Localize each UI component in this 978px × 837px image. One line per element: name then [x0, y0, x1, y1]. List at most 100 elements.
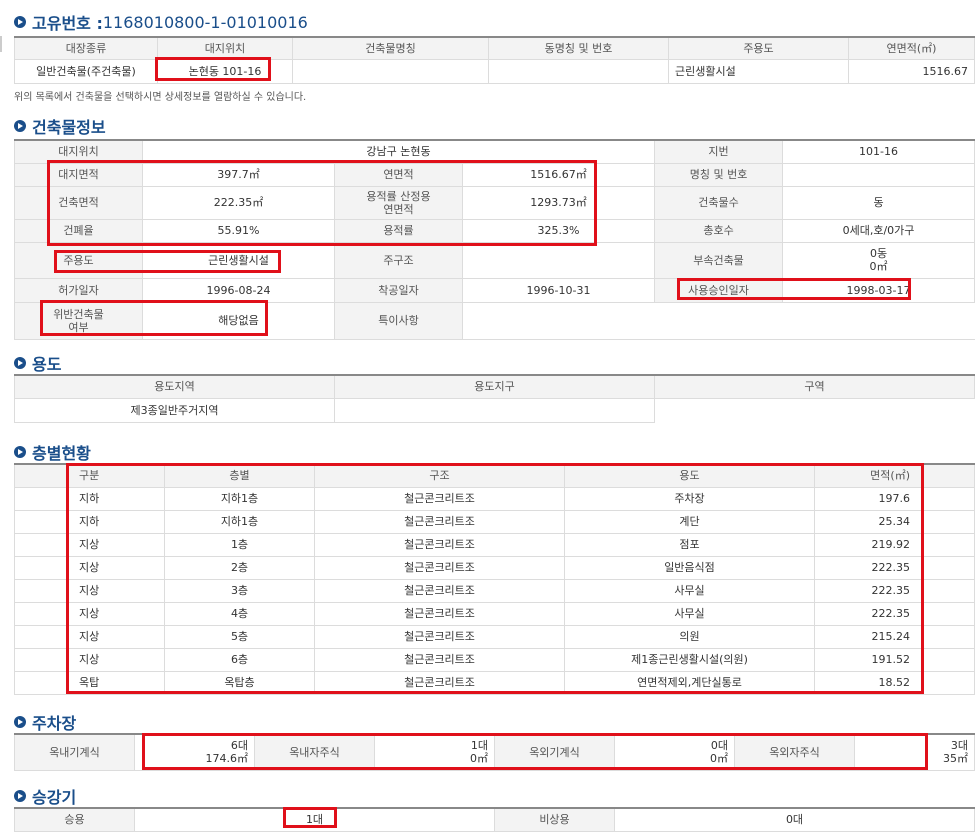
- floors-header: 용도: [564, 463, 815, 488]
- floor-level: 1층: [164, 532, 315, 557]
- parking-indoor-mechanical-value: 6대 174.6㎡: [134, 733, 255, 771]
- floor-structure: 철근콘크리트조: [314, 624, 565, 649]
- summary-header: 동명칭 및 번호: [488, 36, 669, 60]
- floor-structure: 철근콘크리트조: [314, 532, 565, 557]
- floor-area: 219.92: [814, 532, 975, 557]
- floor-use: 사무실: [564, 578, 815, 603]
- table-row: 지상 6층 철근콘크리트조 제1종근린생활시설(의원) 191.52: [14, 647, 975, 672]
- floor-area: 18.52: [814, 670, 975, 695]
- floor-division: 지상: [14, 601, 165, 626]
- bullet-icon: [14, 790, 26, 802]
- table-row: 옥탑 옥탑층 철근콘크리트조 연면적제외,계단실통로 18.52: [14, 670, 975, 695]
- table-row: 지하 지하1층 철근콘크리트조 주차장 197.6: [14, 486, 975, 511]
- permit-date-label: 허가일자: [14, 277, 143, 303]
- coverage-ratio-label: 건폐율: [14, 218, 143, 243]
- floor-level: 4층: [164, 601, 315, 626]
- site-location-value: 강남구 논현동: [141, 139, 656, 164]
- floor-structure: 철근콘크리트조: [314, 486, 565, 511]
- floor-area-ratio-value: 325.3%: [461, 218, 656, 243]
- parking-count: 1대: [470, 739, 488, 753]
- floor-level: 5층: [164, 624, 315, 649]
- main-use-value: 근린생활시설: [142, 241, 335, 279]
- floors-header: 구조: [314, 463, 565, 488]
- floors-heading: 층별현황: [32, 444, 91, 463]
- violation-value: 해당없음: [142, 301, 335, 340]
- main-structure-value: [461, 241, 656, 279]
- floor-area: 222.35: [814, 555, 975, 580]
- summary-table: 대장종류 대지위치 건축물명칭 동명칭 및 번호 주용도 연면적(㎡) 일반건축…: [14, 36, 975, 84]
- parking-area: 0㎡: [710, 752, 728, 766]
- floors-title: 층별현황: [14, 440, 91, 464]
- floor-structure: 철근콘크리트조: [314, 670, 565, 695]
- floor-structure: 철근콘크리트조: [314, 509, 565, 534]
- summary-row[interactable]: 일반건축물(주건축물) 논현동 101-16 근린생활시설 1516.67: [14, 58, 975, 84]
- zoning-heading: 용도: [32, 355, 62, 374]
- floor-structure: 철근콘크리트조: [314, 601, 565, 626]
- floor-division: 지상: [14, 555, 165, 580]
- summary-header: 대장종류: [14, 36, 158, 60]
- floor-use: 연면적제외,계단실통로: [564, 670, 815, 695]
- selection-note: 위의 목록에서 건축물을 선택하시면 상세정보를 열람하실 수 있습니다.: [14, 92, 307, 103]
- floor-area: 222.35: [814, 601, 975, 626]
- unique-number-value: 1168010800-1-01010016: [102, 12, 308, 32]
- building-area-label: 건축면적: [14, 185, 143, 220]
- zoning-area-value: 제3종일반주거지역: [14, 397, 335, 423]
- building-count-value: 동: [782, 185, 976, 220]
- summary-cell-area[interactable]: 1516.67: [848, 58, 975, 84]
- parking-area: 174.6㎡: [205, 752, 249, 766]
- elevator-heading: 승강기: [32, 788, 77, 807]
- parking-indoor-self-label: 옥내자주식: [254, 733, 375, 771]
- elevator-title: 승강기: [14, 784, 76, 808]
- summary-header: 건축물명칭: [292, 36, 489, 60]
- summary-cell-type[interactable]: 일반건축물(주건축물): [14, 58, 158, 84]
- building-info-title: 건축물정보: [14, 114, 106, 138]
- floor-division: 지상: [14, 624, 165, 649]
- violation-label: 위반건축물 여부: [14, 301, 143, 340]
- total-area-value: 1516.67㎡: [461, 162, 656, 187]
- bullet-icon: [14, 120, 26, 132]
- building-name-value: [782, 162, 976, 187]
- site-area-value: 397.7㎡: [142, 162, 335, 187]
- unique-number-label: 고유번호 :: [32, 14, 103, 33]
- floor-level: 3층: [164, 578, 315, 603]
- floor-use: 제1종근린생활시설(의원): [564, 647, 815, 672]
- site-area-label: 대지면적: [14, 162, 143, 187]
- emergency-elevator-label: 비상용: [494, 807, 615, 832]
- far-area-value: 1293.73㎡: [461, 185, 656, 220]
- special-notes-label: 특이사항: [334, 301, 463, 340]
- annex-label: 부속건축물: [654, 241, 784, 279]
- summary-cell-location[interactable]: 논현동 101-16: [157, 58, 293, 84]
- lot-number-value: 101-16: [782, 139, 976, 164]
- floors-header: 면적(㎡): [814, 463, 975, 488]
- approval-date-value: 1998-03-17: [782, 277, 976, 303]
- parking-count: 3대: [950, 739, 968, 753]
- zoning-table: 용도지역 용도지구 구역 제3종일반주거지역: [14, 374, 975, 423]
- left-divider: [0, 36, 2, 52]
- summary-cell-dong[interactable]: [488, 58, 669, 84]
- floor-area: 215.24: [814, 624, 975, 649]
- parking-outdoor-self-label: 옥외자주식: [734, 733, 855, 771]
- floor-division: 옥탑: [14, 670, 165, 695]
- floor-use: 주차장: [564, 486, 815, 511]
- floor-use: 점포: [564, 532, 815, 557]
- floor-division: 지상: [14, 532, 165, 557]
- parking-table: 옥내기계식 6대 174.6㎡ 옥내자주식 1대 0㎡ 옥외기계식 0대 0㎡ 옥외자…: [14, 733, 975, 771]
- main-structure-label: 주구조: [334, 241, 463, 279]
- annex-count: 0동: [869, 247, 888, 260]
- floor-structure: 철근콘크리트조: [314, 647, 565, 672]
- floor-use: 계단: [564, 509, 815, 534]
- floors-header: 층별: [164, 463, 315, 488]
- parking-area: 35㎡: [943, 752, 968, 766]
- floor-level: 지하1층: [164, 509, 315, 534]
- floor-area: 222.35: [814, 578, 975, 603]
- summary-cell-name[interactable]: [292, 58, 489, 84]
- floor-division: 지상: [14, 647, 165, 672]
- zoning-title: 용도: [14, 351, 61, 375]
- zoning-header: 용도지역: [14, 374, 335, 399]
- summary-cell-use[interactable]: 근린생활시설: [668, 58, 849, 84]
- floor-level: 2층: [164, 555, 315, 580]
- summary-header: 주용도: [668, 36, 849, 60]
- parking-outdoor-mechanical-label: 옥외기계식: [494, 733, 615, 771]
- permit-date-value: 1996-08-24: [142, 277, 335, 303]
- approval-date-label: 사용승인일자: [654, 277, 784, 303]
